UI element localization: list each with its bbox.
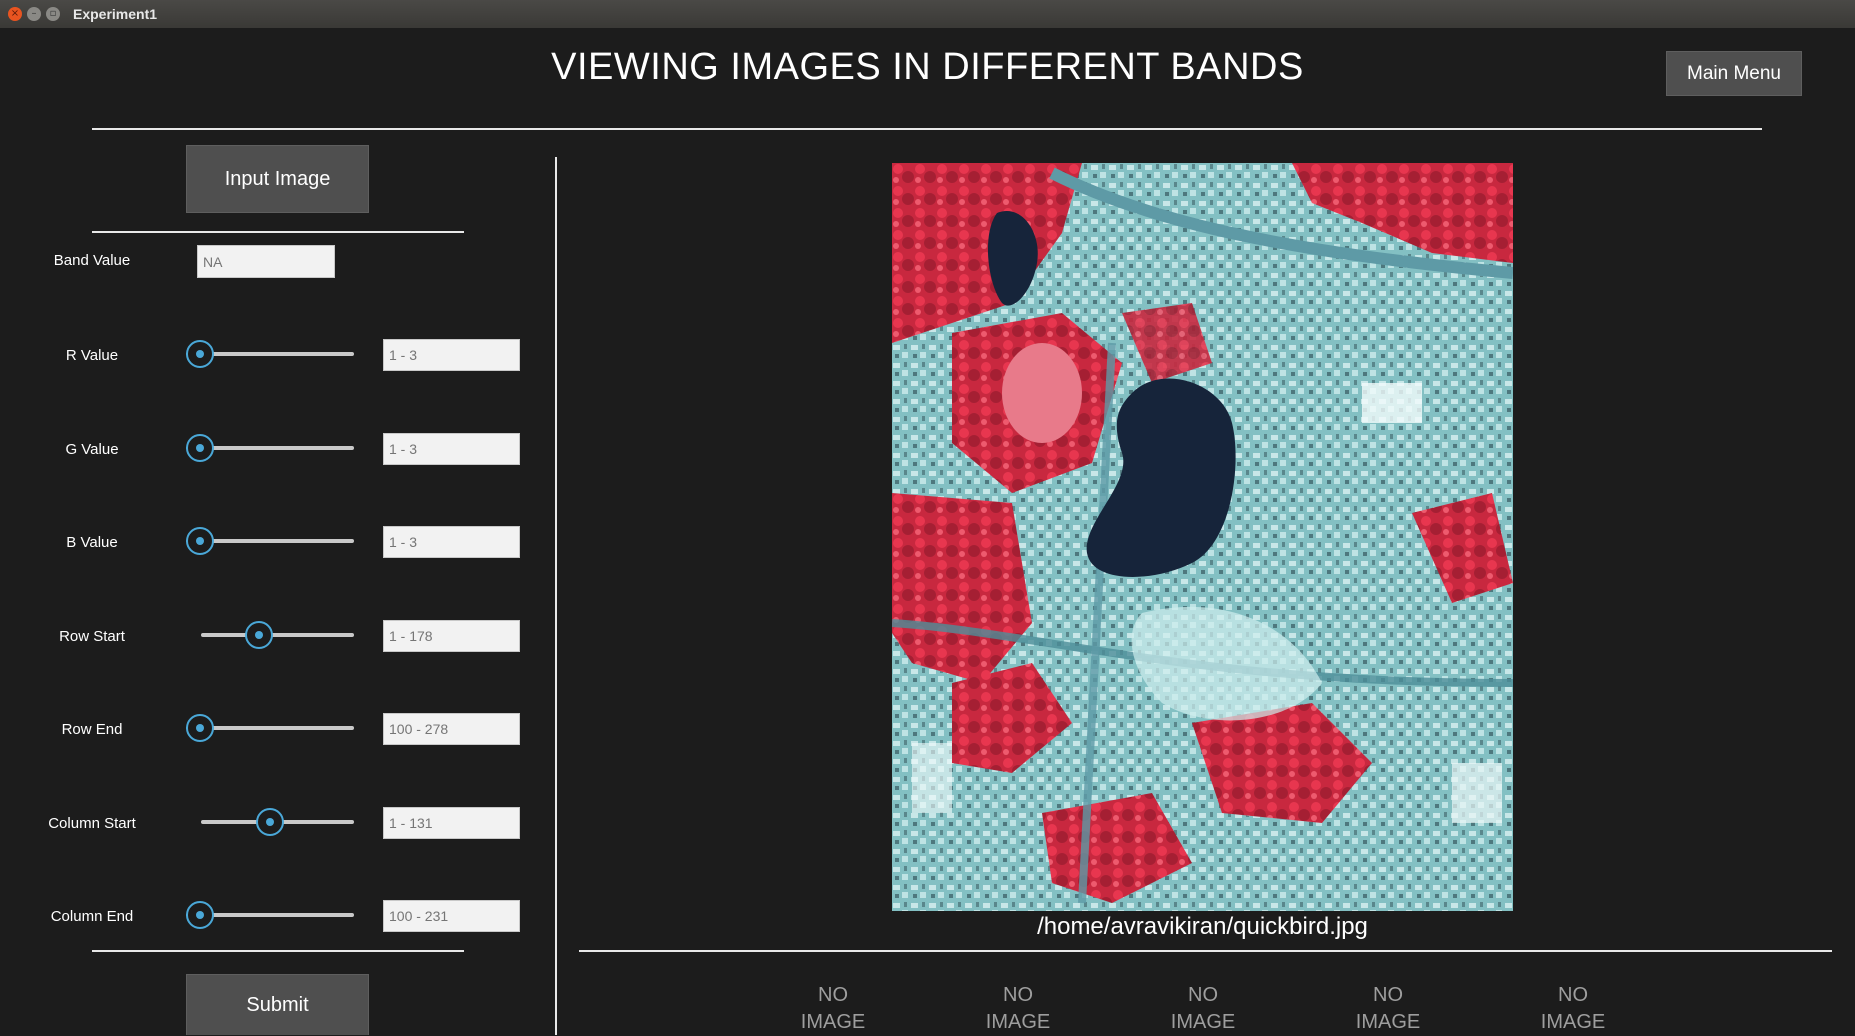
image-file-path: /home/avravikiran/quickbird.jpg [1037, 913, 1368, 940]
band-value-label: Band Value [53, 252, 131, 269]
header-divider [92, 128, 1762, 130]
preview-divider [579, 950, 1832, 952]
placeholder-line: IMAGE [1170, 1011, 1236, 1033]
minimize-icon[interactable]: – [27, 7, 41, 21]
main-menu-button[interactable]: Main Menu [1666, 51, 1802, 96]
placeholder-line: NO [1003, 984, 1033, 1006]
window-title: Experiment1 [73, 6, 158, 22]
value-slider[interactable] [186, 433, 354, 465]
controls-top-divider [92, 231, 464, 233]
value-slider[interactable] [201, 620, 354, 652]
value-slider[interactable] [186, 339, 354, 371]
slider-label: R Value [65, 347, 119, 364]
close-icon[interactable]: × [8, 7, 22, 21]
value-slider[interactable] [186, 900, 354, 932]
slider-thumb[interactable] [186, 714, 214, 742]
slider-label: G Value [65, 441, 119, 458]
slider-thumb[interactable] [186, 434, 214, 462]
page-title: VIEWING IMAGES IN DIFFERENT BANDS [551, 46, 1304, 88]
slider-value-field[interactable] [383, 713, 520, 745]
slider-label: Column Start [48, 815, 136, 832]
band-image-placeholder: NO IMAGE [1143, 982, 1263, 1036]
value-slider[interactable] [186, 526, 354, 558]
controls-bottom-divider [92, 950, 464, 952]
band-image-placeholder: NO IMAGE [773, 982, 893, 1036]
placeholder-line: IMAGE [800, 1011, 866, 1033]
value-slider[interactable] [186, 713, 354, 745]
band-image-placeholder: NO IMAGE [1328, 982, 1448, 1036]
slider-value-field[interactable] [383, 433, 520, 465]
slider-value-field[interactable] [383, 807, 520, 839]
placeholder-line: IMAGE [985, 1011, 1051, 1033]
slider-label: Column End [50, 908, 134, 925]
satellite-preview-image [892, 163, 1513, 911]
slider-label: B Value [66, 534, 118, 551]
placeholder-line: NO [818, 984, 848, 1006]
slider-track[interactable] [201, 633, 354, 637]
maximize-icon[interactable]: ▫ [46, 7, 60, 21]
slider-label: Row End [61, 721, 123, 738]
slider-value-field[interactable] [383, 339, 520, 371]
placeholder-line: NO [1558, 984, 1588, 1006]
slider-thumb[interactable] [186, 340, 214, 368]
slider-value-field[interactable] [383, 900, 520, 932]
placeholder-line: IMAGE [1355, 1011, 1421, 1033]
slider-value-field[interactable] [383, 620, 520, 652]
slider-thumb[interactable] [245, 621, 273, 649]
slider-value-field[interactable] [383, 526, 520, 558]
slider-thumb[interactable] [186, 901, 214, 929]
band-value-field[interactable] [197, 245, 335, 278]
band-image-placeholder: NO IMAGE [1513, 982, 1633, 1036]
value-slider[interactable] [201, 807, 354, 839]
slider-label: Row Start [59, 628, 125, 645]
input-image-button[interactable]: Input Image [186, 145, 369, 213]
placeholder-line: IMAGE [1540, 1011, 1606, 1033]
panel-separator [555, 157, 557, 1035]
submit-button[interactable]: Submit [186, 974, 369, 1035]
window-titlebar: × – ▫ Experiment1 [0, 0, 1855, 28]
slider-thumb[interactable] [186, 527, 214, 555]
placeholder-line: NO [1188, 984, 1218, 1006]
band-image-placeholder: NO IMAGE [958, 982, 1078, 1036]
placeholder-line: NO [1373, 984, 1403, 1006]
slider-thumb[interactable] [256, 808, 284, 836]
